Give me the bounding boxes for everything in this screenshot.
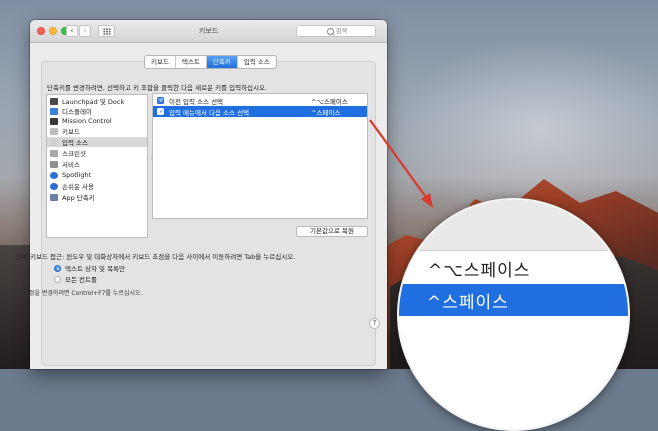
magnified-row-next-selected: ^스페이스 xyxy=(399,284,628,316)
callout-arrow-line xyxy=(369,119,429,201)
callout-arrowhead xyxy=(421,193,433,208)
magnified-row-previous: ^⌥스페이스 xyxy=(399,250,628,285)
magnified-keys: ^스페이스 xyxy=(427,293,509,313)
magnified-list-background xyxy=(399,316,628,429)
magnified-shortcut-view: ^⌥스페이스 ^스페이스 xyxy=(397,198,630,431)
magnified-keys: ^⌥스페이스 xyxy=(428,261,531,281)
